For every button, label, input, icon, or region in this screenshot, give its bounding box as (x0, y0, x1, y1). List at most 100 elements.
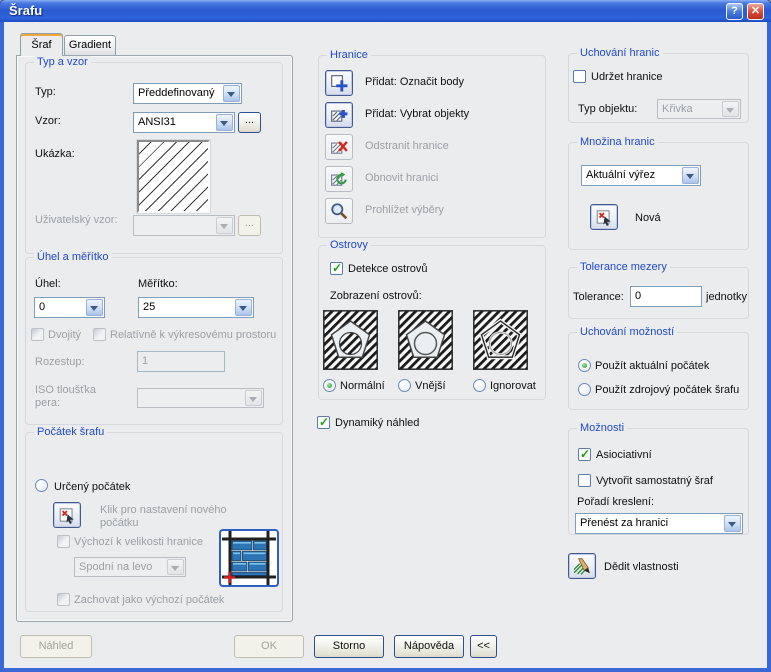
cancel-button[interactable]: Storno (314, 635, 384, 658)
relative-label: Relatívně k výkresovému prostoru (110, 329, 276, 342)
add-pick-points-button[interactable] (325, 70, 353, 96)
pattern-value: ANSI31 (138, 116, 216, 128)
associative-checkbox[interactable] (578, 448, 591, 461)
dynamic-preview-checkbox[interactable] (317, 416, 330, 429)
scale-value: 25 (143, 301, 235, 313)
island-ignore-radio[interactable] (473, 379, 486, 392)
associative-label: Asiociativní (596, 449, 652, 462)
pick-points-icon (330, 74, 348, 92)
add-pick-points-label: Přidat: Označit body (365, 76, 464, 89)
island-outer-image[interactable] (398, 310, 453, 370)
recreate-boundary-button (325, 166, 353, 192)
group-title-boundaries: Hranice (327, 49, 371, 62)
specified-origin-radio[interactable] (35, 479, 48, 492)
inherit-properties-icon (573, 557, 591, 575)
group-title-hatch-origin: Počátek šrafu (34, 426, 107, 439)
view-selections-label: Prohlížet výběry (365, 204, 444, 217)
tolerance-label: Tolerance: (573, 291, 624, 304)
use-current-origin-label: Použít aktuální počátek (595, 360, 709, 373)
double-label: Dvojitý (48, 329, 81, 342)
titlebar[interactable]: Šrafu ? ✕ (0, 0, 771, 22)
pick-origin-icon (58, 506, 76, 524)
dialog-body: Šraf Gradient Typ a vzor Typ: Předdefino… (4, 22, 767, 668)
island-outer-radio[interactable] (398, 379, 411, 392)
island-detection-checkbox[interactable] (330, 262, 343, 275)
iso-pen-width-select (137, 388, 264, 408)
draw-order-select[interactable]: Přenést za hranici (575, 513, 743, 534)
set-origin-button[interactable] (53, 502, 81, 528)
type-select[interactable]: Předdefinovaný (133, 83, 242, 104)
boundary-set-value: Aktuální výřez (586, 169, 682, 181)
type-value: Předdefinovaný (138, 87, 223, 99)
window-title: Šrafu (9, 3, 42, 18)
select-objects-icon (330, 106, 348, 124)
tab-gradient[interactable]: Gradient (64, 35, 116, 55)
brick-origin-icon (222, 531, 276, 585)
recreate-boundary-icon (330, 170, 348, 188)
custom-pattern-label: Uživatelský vzor: (35, 214, 123, 227)
chevron-down-icon[interactable] (724, 515, 741, 532)
pattern-browse-button[interactable]: ... (238, 112, 261, 133)
separate-hatch-checkbox[interactable] (578, 474, 591, 487)
type-label: Typ: (35, 86, 56, 99)
scale-select[interactable]: 25 (138, 297, 254, 318)
chevron-down-icon[interactable] (223, 85, 240, 102)
tolerance-input[interactable]: 0 (630, 286, 702, 307)
default-extent-checkbox (57, 535, 70, 548)
island-detection-label: Detekce ostrovů (348, 263, 427, 276)
island-ignore-image[interactable] (473, 310, 528, 370)
boundary-set-select[interactable]: Aktuální výřez (581, 165, 701, 186)
store-origin-label: Zachovat jako výchozí počátek (74, 594, 224, 607)
island-normal-image[interactable] (323, 310, 378, 370)
angle-select[interactable]: 0 (34, 297, 105, 318)
scale-label: Měřítko: (138, 278, 178, 291)
object-type-select: Křivka (657, 99, 741, 119)
island-outer-label: Vnější (415, 380, 446, 393)
object-type-label: Typ objektu: (578, 103, 637, 116)
draw-order-value: Přenést za hranici (580, 517, 724, 529)
remove-boundary-icon (330, 138, 348, 156)
custom-pattern-browse-button: ... (238, 215, 261, 236)
object-type-value: Křivka (662, 103, 722, 115)
group-title-type-pattern: Typ a vzor (34, 56, 91, 69)
chevron-down-icon[interactable] (86, 299, 103, 316)
use-current-origin-radio[interactable] (578, 359, 591, 372)
use-source-origin-radio[interactable] (578, 383, 591, 396)
help-icon[interactable]: ? (726, 3, 743, 20)
chevron-down-icon (167, 559, 184, 575)
collapse-button[interactable]: << (470, 635, 497, 658)
chevron-down-icon (722, 101, 739, 117)
add-select-objects-label: Přidat: Vybrat objekty (365, 108, 469, 121)
island-normal-radio[interactable] (323, 379, 336, 392)
chevron-down-icon[interactable] (682, 167, 699, 184)
hatch-preview[interactable] (137, 140, 210, 213)
group-title-options: Možnosti (577, 422, 627, 435)
remove-boundaries-button (325, 134, 353, 160)
close-icon[interactable]: ✕ (747, 3, 764, 20)
origin-position-select: Spodní na levo (74, 557, 186, 577)
inherit-properties-label: Dědit vlastnosti (604, 561, 679, 574)
pattern-select[interactable]: ANSI31 (133, 112, 235, 133)
chevron-down-icon[interactable] (235, 299, 252, 316)
keep-boundaries-checkbox[interactable] (573, 70, 586, 83)
chevron-down-icon (216, 217, 233, 234)
pattern-label: Vzor: (35, 115, 61, 128)
ok-button: OK (234, 635, 304, 658)
group-title-boundary-retention: Uchování hranic (577, 47, 663, 60)
origin-preview (219, 529, 279, 587)
group-title-origin-options: Uchování možností (577, 326, 677, 339)
help-button[interactable]: Nápověda (394, 635, 464, 658)
add-select-objects-button[interactable] (325, 102, 353, 128)
store-origin-checkbox (57, 593, 70, 606)
sample-label: Ukázka: (35, 148, 75, 161)
dynamic-preview-label: Dynamiký náhled (335, 417, 419, 430)
specified-origin-label: Určený počátek (54, 481, 130, 494)
inherit-properties-button[interactable] (568, 553, 596, 579)
group-title-gap-tolerance: Tolerance mezery (577, 261, 670, 274)
chevron-down-icon[interactable] (216, 114, 233, 131)
magnifier-icon (330, 202, 348, 220)
new-boundary-set-button[interactable] (590, 204, 618, 230)
iso-pen-width-label: ISO tloušťka pera: (35, 384, 115, 410)
spacing-input: 1 (137, 351, 225, 372)
tab-sraf[interactable]: Šraf (20, 33, 63, 56)
